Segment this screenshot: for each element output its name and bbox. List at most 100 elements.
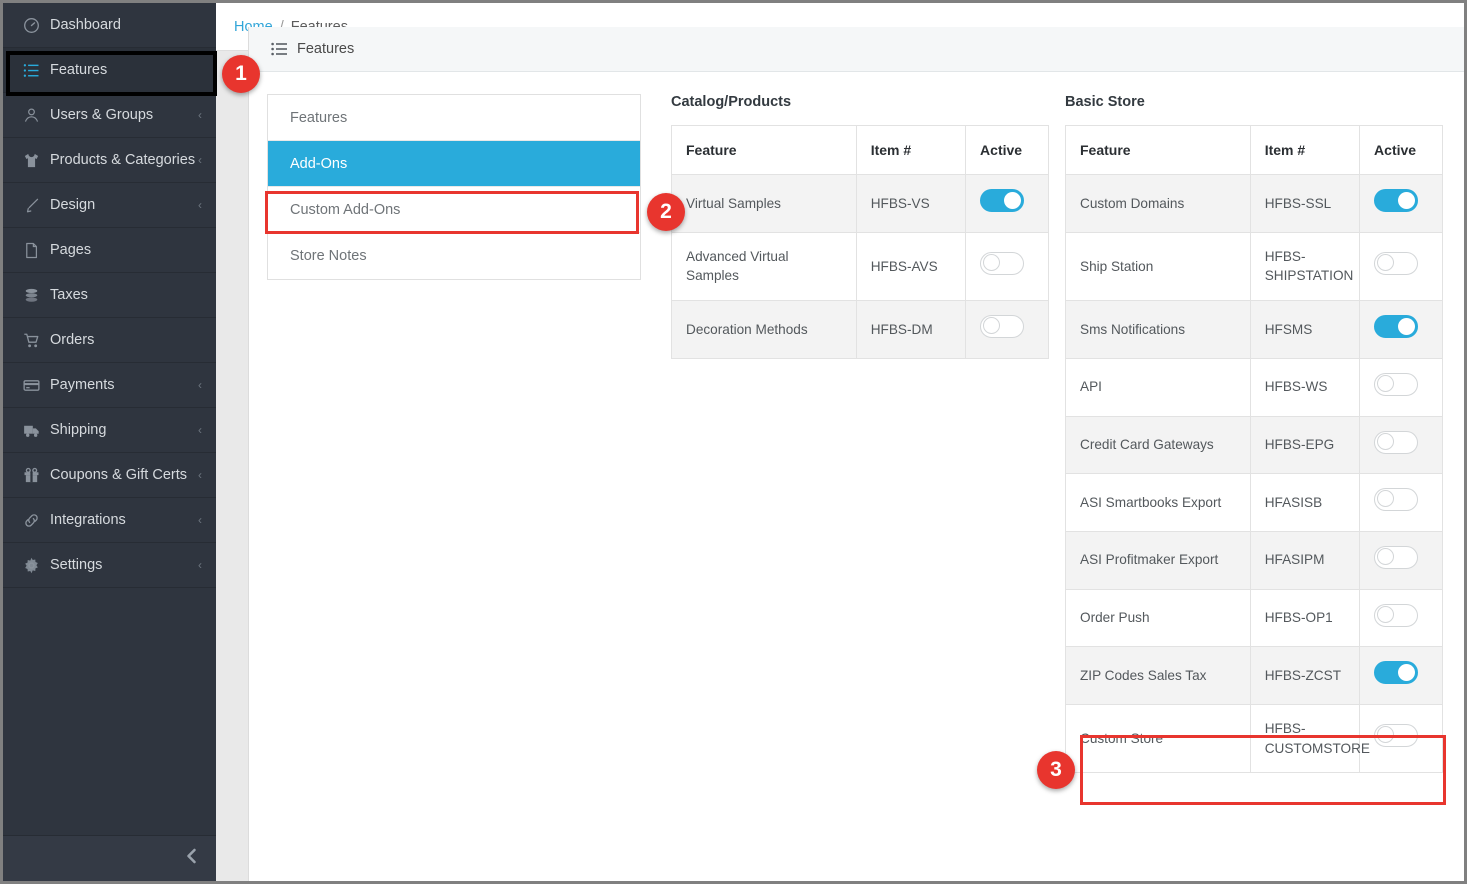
sidebar-item-label: Users & Groups	[50, 107, 198, 123]
cell-feature: Custom Store	[1066, 705, 1251, 773]
submenu-item-features[interactable]: Features	[268, 95, 640, 141]
table-header-row: Feature Item # Active	[672, 126, 1049, 175]
active-toggle[interactable]	[1374, 546, 1418, 569]
cell-feature: Custom Domains	[1066, 175, 1251, 233]
cell-active	[1360, 358, 1443, 416]
submenu-item-label: Store Notes	[290, 248, 367, 264]
table-row-custom-domains: Custom DomainsHFBS-SSL	[1066, 175, 1443, 233]
submenu-item-label: Add-Ons	[290, 156, 347, 172]
active-toggle[interactable]	[1374, 252, 1418, 275]
table-row-sms-notifications: Sms NotificationsHFSMS	[1066, 301, 1443, 359]
sidebar-item-label: Products & Categories	[50, 152, 198, 168]
cart-icon	[19, 332, 43, 349]
cell-item: HFSMS	[1250, 301, 1359, 359]
sidebar-item-integrations[interactable]: Integrations‹	[3, 498, 216, 543]
sidebar-item-label: Features	[50, 62, 202, 78]
submenu-item-label: Custom Add-Ons	[290, 202, 400, 218]
app-window: DashboardFeaturesUsers & Groups‹Products…	[0, 0, 1467, 884]
cell-active	[966, 175, 1049, 233]
sidebar-item-label: Taxes	[50, 287, 202, 303]
sidebar-item-label: Settings	[50, 557, 198, 573]
active-toggle[interactable]	[1374, 604, 1418, 627]
cell-feature: Virtual Samples	[672, 175, 857, 233]
cell-feature: Order Push	[1066, 589, 1251, 647]
active-toggle[interactable]	[1374, 315, 1418, 338]
chevron-left-icon: ‹	[198, 109, 202, 121]
active-toggle[interactable]	[980, 315, 1024, 338]
toggle-knob	[1377, 375, 1394, 392]
cell-feature: API	[1066, 358, 1251, 416]
sidebar-item-dashboard[interactable]: Dashboard	[3, 3, 216, 48]
tshirt-icon	[19, 152, 43, 169]
coins-icon	[19, 287, 43, 304]
active-toggle[interactable]	[980, 252, 1024, 275]
cell-item: HFBS-OP1	[1250, 589, 1359, 647]
column-header-item: Item #	[856, 126, 965, 175]
active-toggle[interactable]	[1374, 431, 1418, 454]
cell-item: HFASIPM	[1250, 531, 1359, 589]
basic-store-table: Feature Item # Active Custom DomainsHFBS…	[1065, 125, 1443, 773]
brush-icon	[19, 197, 43, 214]
toggle-knob	[1377, 490, 1394, 507]
annotation-badge-3: 3	[1037, 751, 1075, 789]
column-header-active: Active	[966, 126, 1049, 175]
toggle-knob	[1004, 192, 1021, 209]
chevron-left-icon: ‹	[198, 514, 202, 526]
sidebar-item-design[interactable]: Design‹	[3, 183, 216, 228]
truck-icon	[19, 422, 43, 439]
page-icon	[19, 242, 43, 259]
toggle-knob	[983, 317, 1000, 334]
active-toggle[interactable]	[1374, 488, 1418, 511]
sidebar-item-products-and-categories[interactable]: Products & Categories‹	[3, 138, 216, 183]
sidebar: DashboardFeaturesUsers & Groups‹Products…	[3, 3, 216, 881]
active-toggle[interactable]	[1374, 724, 1418, 747]
sidebar-item-taxes[interactable]: Taxes	[3, 273, 216, 318]
sidebar-item-settings[interactable]: Settings‹	[3, 543, 216, 588]
sidebar-item-users-and-groups[interactable]: Users & Groups‹	[3, 93, 216, 138]
toggle-knob	[983, 254, 1000, 271]
active-toggle[interactable]	[980, 189, 1024, 212]
column-header-item: Item #	[1250, 126, 1359, 175]
cell-feature: Credit Card Gateways	[1066, 416, 1251, 474]
column-header-active: Active	[1360, 126, 1443, 175]
table-row-asi-smartbooks-export: ASI Smartbooks ExportHFASISB	[1066, 474, 1443, 532]
submenu-item-add-ons[interactable]: Add-Ons	[268, 141, 640, 187]
table-row-decoration-methods: Decoration MethodsHFBS-DM	[672, 301, 1049, 359]
table-row-api: APIHFBS-WS	[1066, 358, 1443, 416]
cell-active	[1360, 175, 1443, 233]
sidebar-item-label: Shipping	[50, 422, 198, 438]
submenu-item-custom-add-ons[interactable]: Custom Add-Ons	[268, 187, 640, 233]
cell-active	[1360, 531, 1443, 589]
table-row-advanced-virtual-samples: Advanced Virtual SamplesHFBS-AVS	[672, 232, 1049, 300]
cell-active	[1360, 301, 1443, 359]
active-toggle[interactable]	[1374, 661, 1418, 684]
toggle-knob	[1377, 548, 1394, 565]
sidebar-item-features[interactable]: Features	[3, 48, 216, 93]
table-title-basic-store: Basic Store	[1065, 94, 1443, 110]
active-toggle[interactable]	[1374, 189, 1418, 212]
cell-feature: Advanced Virtual Samples	[672, 232, 857, 300]
cell-feature: ASI Smartbooks Export	[1066, 474, 1251, 532]
sidebar-item-pages[interactable]: Pages	[3, 228, 216, 273]
sidebar-item-coupons-and-gift-certs[interactable]: Coupons & Gift Certs‹	[3, 453, 216, 498]
sidebar-item-payments[interactable]: Payments‹	[3, 363, 216, 408]
table-row-credit-card-gateways: Credit Card GatewaysHFBS-EPG	[1066, 416, 1443, 474]
cell-item: HFBS-WS	[1250, 358, 1359, 416]
sidebar-collapse-button[interactable]	[3, 835, 216, 881]
list-icon	[19, 62, 43, 79]
cell-item: HFBS-VS	[856, 175, 965, 233]
gift-icon	[19, 467, 43, 484]
table-row-ship-station: Ship StationHFBS-SHIPSTATION	[1066, 232, 1443, 300]
sidebar-item-orders[interactable]: Orders	[3, 318, 216, 363]
toggle-knob	[1377, 433, 1394, 450]
toggle-knob	[1398, 664, 1415, 681]
active-toggle[interactable]	[1374, 373, 1418, 396]
toggle-knob	[1398, 192, 1415, 209]
sidebar-item-label: Orders	[50, 332, 202, 348]
submenu-item-store-notes[interactable]: Store Notes	[268, 233, 640, 279]
chevron-left-icon: ‹	[198, 199, 202, 211]
list-icon	[271, 42, 287, 56]
sidebar-item-shipping[interactable]: Shipping‹	[3, 408, 216, 453]
table-header-row: Feature Item # Active	[1066, 126, 1443, 175]
speedometer-icon	[19, 17, 43, 34]
